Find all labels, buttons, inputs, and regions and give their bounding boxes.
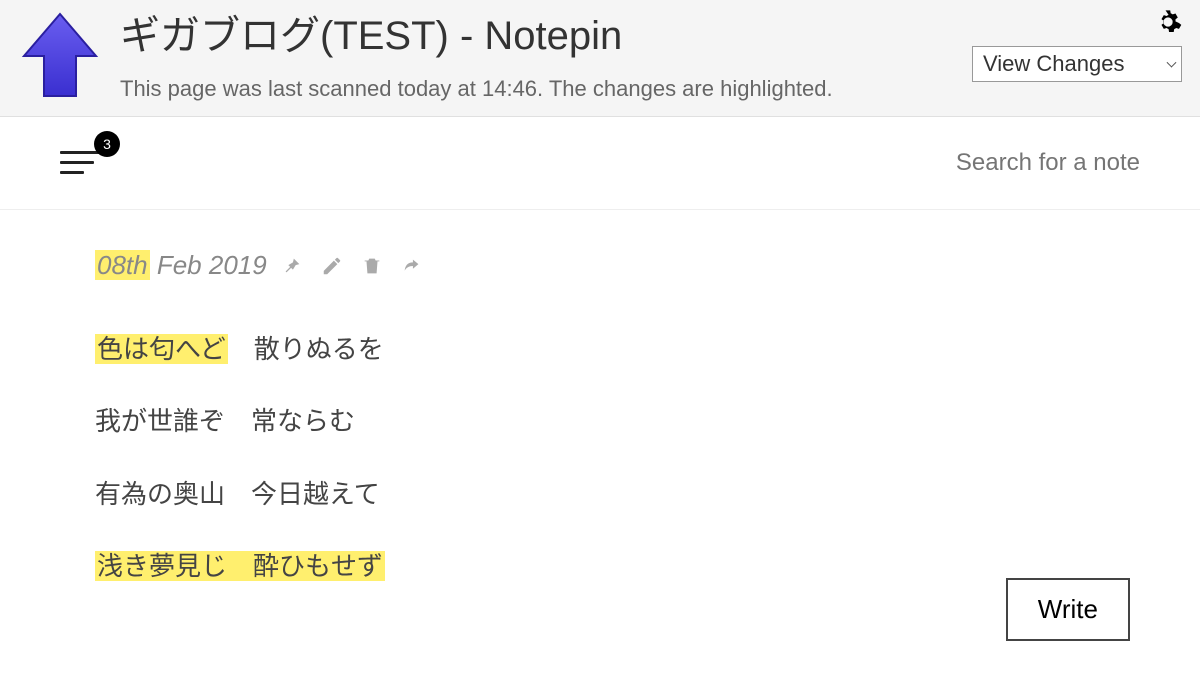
note-meta-row: 08th Feb 2019 xyxy=(95,250,1105,281)
note-date-rest: Feb 2019 xyxy=(150,250,267,280)
note: 08th Feb 2019 色は匂へど 散りぬるを 我が世誰ぞ 常ならむ 有為の… xyxy=(0,210,1200,585)
note-line-1: 色は匂へど 散りぬるを xyxy=(95,331,1105,367)
note-line-4-hl: 浅き夢見じ 酔ひもせず xyxy=(95,551,385,581)
view-changes-dropdown[interactable]: View Changes xyxy=(972,46,1182,82)
notification-badge: 3 xyxy=(94,131,120,157)
view-changes-label: View Changes xyxy=(983,51,1124,76)
menu-button[interactable]: 3 xyxy=(60,143,120,183)
note-date-day: 08th xyxy=(95,250,150,280)
scan-banner: ギガブログ(TEST) - Notepin This page was last… xyxy=(0,0,1200,117)
edit-icon[interactable] xyxy=(321,255,343,277)
note-line-2: 我が世誰ぞ 常ならむ xyxy=(95,403,1105,439)
note-line-3: 有為の奥山 今日越えて xyxy=(95,476,1105,512)
note-date: 08th Feb 2019 xyxy=(95,250,267,281)
write-button[interactable]: Write xyxy=(1006,578,1130,641)
up-arrow-icon xyxy=(20,10,100,100)
note-line-4: 浅き夢見じ 酔ひもせず xyxy=(95,548,1105,584)
app-bar: 3 xyxy=(0,117,1200,210)
search-input[interactable] xyxy=(840,149,1140,177)
note-action-icons xyxy=(281,255,423,277)
note-line-1a: 色は匂へど xyxy=(95,334,228,364)
trash-icon[interactable] xyxy=(361,255,383,277)
note-line-1b: 散りぬるを xyxy=(228,334,384,364)
share-icon[interactable] xyxy=(401,255,423,277)
hamburger-icon xyxy=(60,151,104,181)
note-body: 色は匂へど 散りぬるを 我が世誰ぞ 常ならむ 有為の奥山 今日越えて 浅き夢見じ… xyxy=(95,331,1105,585)
gear-icon[interactable] xyxy=(1154,8,1182,36)
pin-icon[interactable] xyxy=(281,255,303,277)
